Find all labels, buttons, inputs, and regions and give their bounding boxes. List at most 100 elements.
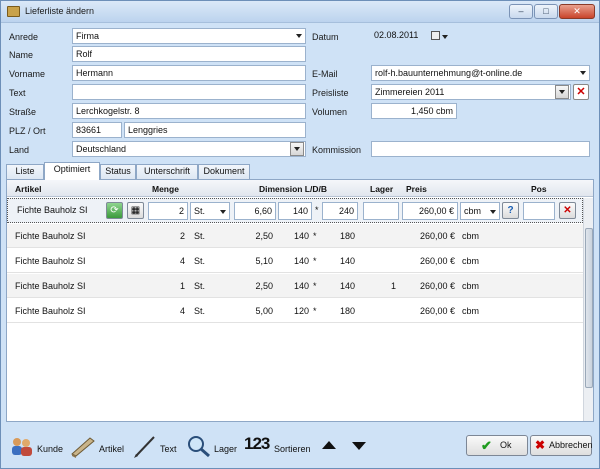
delete-row-button[interactable]: ✕ [559,202,576,219]
name-field[interactable]: Rolf [72,46,306,62]
tab-unterschrift[interactable]: Unterschrift [136,164,198,179]
artikel-button[interactable]: Artikel [70,432,130,460]
text-button[interactable]: Text [132,432,186,460]
tab-status[interactable]: Status [100,164,136,179]
text-field[interactable] [72,84,306,100]
tab-dokument[interactable]: Dokument [198,164,250,179]
edit-depth[interactable]: 140 [278,202,312,220]
cell-length: 5,10 [255,256,273,266]
cell-unit: St. [194,281,206,291]
edit-artikel[interactable]: Fichte Bauholz SI [14,202,91,220]
edit-preis-unit-value: cbm [464,206,482,216]
land-dropdown-button[interactable] [290,142,304,156]
minimize-button[interactable]: – [509,4,533,19]
cell-menge: 1 [179,281,185,291]
ort-field[interactable]: Lenggries [124,122,306,138]
header-pos[interactable]: Pos [531,184,547,194]
volumen-label: Volumen [312,107,348,117]
cell-width: 180 [339,306,355,316]
edit-preis[interactable]: 260,00 € [402,202,458,220]
scrollbar-thumb[interactable] [585,228,593,388]
cell-unit: St. [194,306,206,316]
close-icon: ✕ [576,86,586,98]
header-preis[interactable]: Preis [406,184,427,194]
artikel-label: Artikel [99,444,125,454]
preisliste-select[interactable]: Zimmereien 2011 [371,84,571,100]
window-title: Lieferliste ändern [25,6,95,16]
land-value: Deutschland [76,144,127,154]
move-down-icon[interactable] [352,442,366,450]
text-label: Text [9,88,26,98]
close-button[interactable]: ✕ [559,4,595,19]
cell-preis-unit: cbm [462,231,480,241]
refresh-icon[interactable]: ⟳ [106,202,123,219]
anrede-value: Firma [76,31,99,41]
chevron-down-icon [296,34,302,38]
plz-field[interactable]: 83661 [72,122,122,138]
edit-unit-select[interactable]: St. [190,202,230,220]
calculator-icon[interactable]: ▦ [127,202,144,219]
sortieren-label: Sortieren [274,444,311,454]
kunde-button[interactable]: Kunde [9,432,67,460]
cell-depth: 120 [293,306,309,316]
anrede-select[interactable]: Firma [72,28,306,44]
email-select[interactable]: rolf-h.bauunternehmung@t-online.de [371,65,590,81]
email-label: E-Mail [312,69,338,79]
anrede-label: Anrede [9,32,39,42]
edit-width[interactable]: 240 [322,202,358,220]
edit-lager[interactable] [363,202,399,220]
dimension-separator: * [315,205,319,215]
header-artikel[interactable]: Artikel [15,184,41,194]
chevron-down-icon [490,210,496,214]
cell-separator: * [313,281,317,291]
header-lager[interactable]: Lager [370,184,393,194]
table-row[interactable]: Fichte Bauholz SI 2 St. 2,50 140 * 180 260,00 €… [7,224,583,248]
cell-depth: 140 [293,231,309,241]
strasse-label: Straße [9,107,37,117]
cell-preis: 260,00 € [419,256,455,266]
help-icon[interactable]: ? [502,202,519,219]
cell-separator: * [313,306,317,316]
cell-separator: * [313,231,317,241]
land-select[interactable]: Deutschland [72,141,306,157]
plz-ort-label: PLZ / Ort [9,126,46,136]
chevron-down-icon [559,90,565,94]
cell-preis-unit: cbm [462,256,480,266]
maximize-button[interactable]: □ [534,4,558,19]
cell-unit: St. [194,231,206,241]
cell-preis: 260,00 € [419,306,455,316]
table-row[interactable]: Fichte Bauholz SI 4 St. 5,10 140 * 140 260,00 €… [7,249,583,273]
pen-icon [134,436,155,458]
preisliste-label: Preisliste [312,88,349,98]
cancel-button[interactable]: ✖ Abbrechen [530,435,593,456]
edit-menge[interactable]: 2 [148,202,188,220]
preisliste-dropdown-button[interactable] [555,85,569,99]
ok-button[interactable]: ✔ Ok [466,435,528,456]
clear-preisliste-button[interactable]: ✕ [573,84,589,100]
tab-liste[interactable]: Liste [6,164,44,179]
volumen-field: 1,450 cbm [371,103,457,119]
header-dimension[interactable]: Dimension L/D/B [259,184,327,194]
tab-optimiert[interactable]: Optimiert [44,162,100,180]
sortieren-button[interactable]: 123 Sortieren [244,432,316,460]
lager-button[interactable]: Lager [186,432,242,460]
datum-value: 02.08.2011 [374,30,419,40]
kommission-field[interactable] [371,141,590,157]
table-row[interactable]: Fichte Bauholz SI 1 St. 2,50 140 * 140 1 260,00 … [7,274,583,298]
edit-length[interactable]: 6,60 [234,202,276,220]
lager-label: Lager [214,444,238,454]
vorname-field[interactable]: Hermann [72,65,306,81]
edit-pos[interactable] [523,202,555,220]
ok-label: Ok [500,440,512,450]
table-row[interactable]: Fichte Bauholz SI 4 St. 5,00 120 * 180 260,00 €… [7,299,583,323]
kunde-label: Kunde [37,444,64,454]
cell-menge: 2 [179,231,185,241]
header-menge[interactable]: Menge [152,184,179,194]
edit-preis-unit-select[interactable]: cbm [460,202,500,220]
vertical-scrollbar[interactable] [583,198,593,421]
move-up-icon[interactable] [322,441,336,449]
calendar-icon[interactable] [431,31,440,40]
cell-depth: 140 [293,281,309,291]
cell-preis-unit: cbm [462,306,480,316]
strasse-field[interactable]: Lerchkogelstr. 8 [72,103,306,119]
